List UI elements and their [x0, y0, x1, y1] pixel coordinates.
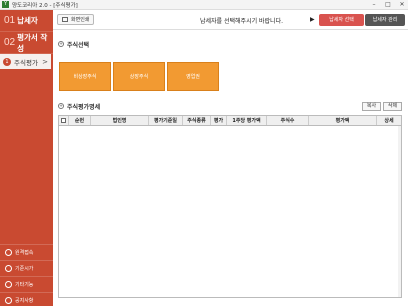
column-header: 주식수 [267, 116, 309, 125]
notice-icon [5, 297, 12, 304]
app-logo-icon: Y [2, 1, 9, 8]
basic-settings-icon [5, 265, 12, 272]
copy-button[interactable]: 복사 [362, 102, 381, 111]
stock-eval-title: 주식평가명세 [67, 103, 101, 111]
section-bullet-icon: + [58, 41, 64, 47]
chevron-right-icon: > [42, 57, 48, 66]
column-header: 평가액 [309, 116, 377, 125]
select-all-checkbox[interactable] [59, 116, 69, 125]
play-arrow-icon: ▶ [310, 16, 315, 23]
sidebar-item-label: 기타기능 [15, 282, 34, 288]
printer-icon [62, 17, 68, 22]
listed-stock-button[interactable]: 상장주식 [113, 62, 165, 91]
sidebar-item-label: 원격접속 [15, 250, 34, 256]
sidebar-item-number: 01 [4, 15, 16, 26]
column-header: 1주당 평가액 [227, 116, 267, 125]
sidebar-subitem-stock-eval[interactable]: 1 주식평가 > [0, 54, 53, 69]
column-header: 주식종류 [183, 116, 211, 125]
title-bar: Y 양도코리아 2.0 - [주식평가] – □ ✕ [0, 0, 408, 10]
stock-select-title: 주식선택 [67, 41, 90, 49]
goodwill-button[interactable]: 영업권 [167, 62, 219, 91]
sidebar-subitem-label: 주식평가 [14, 58, 38, 67]
status-message: 납세자를 선택해주시기 바랍니다. [200, 18, 284, 25]
grid-body[interactable] [59, 126, 401, 297]
main-panel: 화면인쇄 납세자를 선택해주시기 바랍니다. ▶ 납세자 선택 납세자 관리 +… [53, 10, 408, 306]
step-badge: 1 [3, 57, 11, 66]
stock-eval-grid: 순번 법인명 평가기준일 주식종류 평가 1주당 평가액 주식수 평가액 상세 [58, 115, 402, 298]
sidebar-item-number: 02 [4, 37, 16, 48]
section-bullet-icon: + [58, 103, 64, 109]
column-header: 평가기준일 [149, 116, 183, 125]
toolbar: 화면인쇄 납세자를 선택해주시기 바랍니다. ▶ 납세자 선택 납세자 관리 [53, 10, 408, 30]
column-header: 평가 [211, 116, 227, 125]
print-screen-button[interactable]: 화면인쇄 [57, 14, 95, 25]
sidebar-item-basic-price[interactable]: 기준시가 [0, 260, 53, 276]
minimize-button[interactable]: – [370, 1, 378, 9]
unlisted-stock-button[interactable]: 비상장주식 [59, 62, 111, 91]
column-header: 상세 [384, 118, 394, 124]
sidebar: 01 납세자 02 평가서 작성 1 주식평가 > 원격접속 기준시가 기타기능… [0, 10, 53, 306]
column-header: 순번 [69, 116, 91, 125]
sidebar-item-label: 평가서 작성 [17, 32, 48, 53]
sidebar-item-taxpayer[interactable]: 01 납세자 [0, 10, 53, 32]
remote-support-icon [5, 249, 12, 256]
delete-button[interactable]: 삭제 [383, 102, 402, 111]
maximize-button[interactable]: □ [384, 1, 392, 9]
print-screen-label: 화면인쇄 [71, 17, 90, 23]
other-functions-icon [5, 281, 12, 288]
vertical-scrollbar[interactable] [398, 126, 401, 297]
sidebar-item-label: 납세자 [17, 16, 38, 25]
sidebar-item-remote[interactable]: 원격접속 [0, 244, 53, 260]
select-taxpayer-button[interactable]: 납세자 선택 [319, 14, 364, 26]
sidebar-item-label: 공지사항 [15, 298, 34, 304]
sidebar-item-notice[interactable]: 공지사항 [0, 292, 53, 306]
window-title: 양도코리아 2.0 - [주식평가] [12, 2, 78, 9]
manage-taxpayer-button[interactable]: 납세자 관리 [365, 14, 405, 26]
column-header: 법인명 [91, 116, 149, 125]
stock-select-header: + 주식선택 [58, 39, 89, 49]
stock-eval-header: + 주식평가명세 [58, 101, 100, 111]
sidebar-item-label: 기준시가 [15, 266, 34, 272]
close-button[interactable]: ✕ [398, 1, 406, 9]
sidebar-item-write-report[interactable]: 02 평가서 작성 [0, 32, 53, 54]
sidebar-item-other[interactable]: 기타기능 [0, 276, 53, 292]
grid-header: 순번 법인명 평가기준일 주식종류 평가 1주당 평가액 주식수 평가액 상세 [59, 116, 401, 126]
